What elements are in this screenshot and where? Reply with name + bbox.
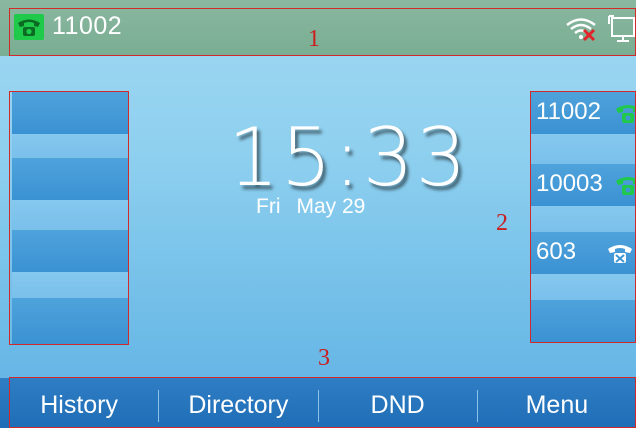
dnd-softkey[interactable]: DND [319, 378, 477, 428]
line-key-left-1[interactable] [12, 92, 128, 134]
phone-icon [14, 13, 44, 40]
line-key-label: 603 [536, 238, 577, 265]
line-key-10003[interactable]: 10003 [531, 164, 636, 206]
line-key-11002[interactable]: 11002 [531, 92, 636, 134]
annotation-number-3: 3 [318, 345, 330, 371]
menu-softkey[interactable]: Menu [478, 378, 636, 428]
phone-unregistered-icon [608, 245, 632, 263]
line-key-left-2[interactable] [12, 134, 128, 158]
left-line-keys [12, 92, 128, 344]
line-key-left-5[interactable] [12, 230, 128, 272]
line-key-blank-3[interactable] [531, 274, 636, 300]
wifi-disconnected-icon [566, 18, 596, 42]
phone-registered-icon [616, 177, 636, 195]
line-key-left-7[interactable] [12, 298, 128, 344]
phone-registered-icon [616, 105, 636, 123]
annotation-number-1: 1 [308, 26, 320, 52]
date-label: May 29 [296, 195, 366, 218]
line-key-blank-4[interactable] [531, 300, 636, 342]
network-icon [608, 15, 635, 42]
line-key-left-4[interactable] [12, 200, 128, 230]
line-key-label: 11002 [536, 98, 601, 125]
line-key-label: 10003 [536, 170, 603, 197]
line-key-603[interactable]: 603 [531, 232, 636, 274]
line-key-blank-2[interactable] [531, 206, 636, 232]
account-indicator[interactable]: 11002 [14, 12, 122, 41]
softkey-bar: History Directory DND Menu [0, 378, 636, 428]
date-display: Fri May 29 [256, 195, 381, 219]
line-key-left-3[interactable] [12, 158, 128, 200]
account-label: 11002 [52, 12, 123, 40]
line-key-left-6[interactable] [12, 272, 128, 298]
right-line-keys: 11002 10003 603 [531, 92, 636, 342]
day-label: Fri [256, 195, 281, 218]
directory-softkey[interactable]: Directory [159, 378, 317, 428]
phone-screen: 11002 15:33 Fri May 29 11002 10003 603 H… [0, 0, 636, 428]
line-key-blank-1[interactable] [531, 134, 636, 164]
history-softkey[interactable]: History [0, 378, 158, 428]
clock-time: 15:33 [228, 111, 469, 204]
annotation-number-2: 2 [496, 210, 508, 236]
